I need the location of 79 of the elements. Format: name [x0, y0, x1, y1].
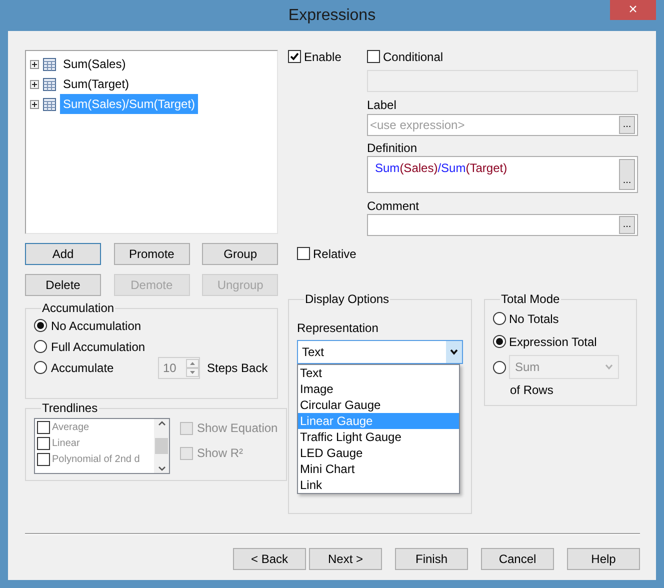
expression-text: Sum(Sales)/Sum(Target) — [375, 160, 508, 177]
radio-label: No Accumulation — [51, 318, 142, 334]
checkbox[interactable] — [37, 420, 50, 434]
field-label: Comment — [367, 198, 420, 213]
dropdown-option[interactable]: Image — [298, 381, 459, 397]
scroll-up-icon — [158, 420, 166, 426]
dialog-button[interactable]: Add — [25, 243, 101, 265]
label-field[interactable]: <use expression> ... — [367, 114, 638, 136]
dropdown-option[interactable]: Mini Chart — [298, 461, 459, 477]
tree-item[interactable]: Sum(Target) — [60, 74, 132, 94]
steps-label: Steps Back — [207, 360, 268, 376]
radio-button[interactable] — [34, 340, 47, 353]
radio-button[interactable] — [34, 361, 47, 374]
steps-value: 10 — [163, 360, 178, 376]
expand-toggle[interactable] — [30, 60, 39, 68]
dropdown-option[interactable]: Circular Gauge — [298, 397, 459, 413]
aggregation-suffix: of Rows — [510, 382, 554, 399]
group-title: Display Options — [304, 291, 390, 308]
checkbox-label: Show Equation — [197, 420, 278, 437]
dialog-button[interactable]: Promote — [114, 243, 190, 265]
table-icon — [43, 58, 56, 70]
check-icon — [290, 52, 299, 61]
checkbox[interactable] — [288, 50, 301, 63]
dropdown-value: Text — [302, 344, 326, 361]
steps-spinner[interactable]: 10 — [158, 356, 200, 378]
checkbox[interactable] — [37, 452, 50, 466]
checkbox[interactable] — [367, 50, 380, 63]
table-icon — [43, 98, 56, 110]
dialog-button[interactable]: Finish — [395, 548, 468, 570]
field-label: Representation — [297, 320, 380, 337]
scroll-down-icon — [158, 466, 166, 472]
window-title: Expressions — [288, 6, 376, 26]
radio-button[interactable] — [493, 335, 506, 348]
tree-item[interactable]: Sum(Sales) — [60, 54, 129, 74]
table-icon — [43, 78, 56, 90]
checkbox[interactable] — [297, 247, 310, 260]
dialog-button[interactable]: < Back — [233, 548, 306, 570]
browse-button[interactable]: ... — [619, 216, 635, 234]
radio-button[interactable] — [34, 319, 47, 332]
dialog-button[interactable]: Delete — [25, 274, 101, 296]
dropdown-option[interactable]: LED Gauge — [298, 445, 459, 461]
radio-label: Full Accumulation — [51, 338, 146, 356]
dropdown-value: Sum — [515, 359, 541, 376]
field-label: Label — [367, 97, 398, 112]
checkbox-label: Enable — [304, 48, 342, 66]
checkbox[interactable] — [180, 422, 193, 434]
checkbox-label: Conditional — [383, 48, 444, 66]
definition-field[interactable]: Sum(Sales)/Sum(Target) ... — [367, 156, 638, 193]
radio-button[interactable] — [493, 312, 506, 325]
dialog-button[interactable]: Help — [567, 548, 640, 570]
group-title: Total Mode — [500, 291, 561, 308]
browse-button[interactable]: ... — [619, 116, 635, 134]
dialog-button[interactable]: Group — [202, 243, 278, 265]
radio-label: Expression Total — [509, 334, 597, 350]
expand-toggle[interactable] — [30, 80, 39, 88]
checkbox[interactable] — [37, 436, 50, 450]
dropdown-option[interactable]: Traffic Light Gauge — [298, 429, 459, 445]
radio-label: No Totals — [509, 310, 559, 328]
checkbox[interactable] — [180, 446, 193, 460]
scrollbar[interactable] — [154, 419, 169, 473]
radio-label: Accumulate — [51, 360, 115, 376]
field-label: Definition — [367, 140, 418, 155]
close-button[interactable]: × — [610, 0, 656, 20]
chevron-down-icon — [450, 349, 458, 355]
scroll-thumb[interactable] — [155, 438, 168, 454]
dropdown-option[interactable]: Text — [298, 365, 459, 381]
checkbox-label: Show R² — [197, 445, 244, 462]
checkbox-label: Relative — [313, 246, 356, 262]
chevron-down-icon — [605, 364, 613, 370]
comment-field[interactable]: ... — [367, 214, 638, 236]
group-title: Trendlines — [41, 400, 99, 417]
browse-button[interactable]: ... — [619, 159, 635, 190]
dialog-button[interactable]: Next > — [309, 548, 382, 570]
dialog-button[interactable]: Cancel — [481, 548, 554, 570]
expand-toggle[interactable] — [30, 100, 39, 108]
radio-button[interactable] — [493, 360, 506, 374]
dropdown-option[interactable]: Link — [298, 477, 459, 493]
group-title: Accumulation — [41, 300, 116, 317]
spin-arrows-icon — [186, 358, 199, 376]
